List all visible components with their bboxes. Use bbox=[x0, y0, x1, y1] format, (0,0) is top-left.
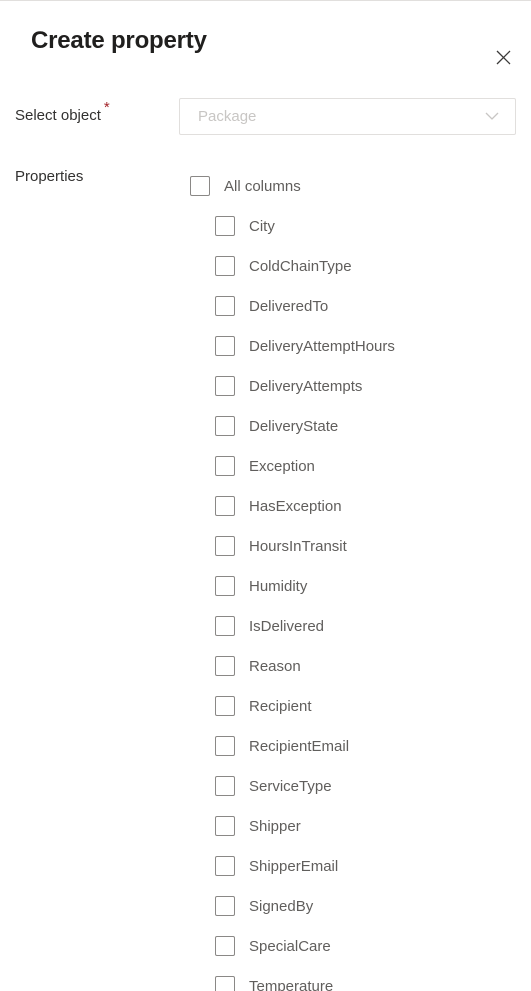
select-object-dropdown-value: Package bbox=[198, 108, 257, 125]
checkbox-box[interactable] bbox=[215, 456, 235, 476]
checkbox-label: DeliveryAttempts bbox=[249, 377, 363, 395]
checkbox-item[interactable]: HoursInTransit bbox=[0, 526, 531, 566]
checkbox-label: Exception bbox=[249, 457, 315, 475]
checkbox-item[interactable]: IsDelivered bbox=[0, 606, 531, 646]
checkbox-box[interactable] bbox=[215, 976, 235, 991]
checkbox-label: SpecialCare bbox=[249, 937, 331, 955]
checkbox-label: DeliveryAttemptHours bbox=[249, 337, 395, 355]
checkbox-item[interactable]: ColdChainType bbox=[0, 246, 531, 286]
checkbox-label: IsDelivered bbox=[249, 617, 325, 635]
checkbox-box[interactable] bbox=[215, 736, 235, 756]
checkbox-item[interactable]: ShipperEmail bbox=[0, 846, 531, 886]
checkbox-item[interactable]: Reason bbox=[0, 646, 531, 686]
checkbox-item[interactable]: City bbox=[0, 206, 531, 246]
checkbox-box[interactable] bbox=[215, 416, 235, 436]
checkbox-item[interactable]: SignedBy bbox=[0, 886, 531, 926]
checkbox-item[interactable]: Recipient bbox=[0, 686, 531, 726]
properties-checkbox-list: All columns City ColdChainType Delivered… bbox=[0, 166, 531, 991]
checkbox-label: ServiceType bbox=[249, 777, 332, 795]
checkbox-item[interactable]: HasException bbox=[0, 486, 531, 526]
checkbox-box[interactable] bbox=[215, 536, 235, 556]
checkbox-item[interactable]: RecipientEmail bbox=[0, 726, 531, 766]
panel-top-divider bbox=[0, 0, 531, 1]
checkbox-box[interactable] bbox=[215, 576, 235, 596]
close-button[interactable] bbox=[481, 35, 525, 79]
required-asterisk: * bbox=[103, 99, 110, 116]
checkbox-box[interactable] bbox=[190, 176, 210, 196]
select-object-dropdown[interactable]: Package bbox=[179, 98, 516, 135]
select-object-label: Select object * bbox=[15, 98, 110, 134]
checkbox-item[interactable]: DeliveryAttempts bbox=[0, 366, 531, 406]
checkbox-label: HasException bbox=[249, 497, 342, 515]
checkbox-label: DeliveryState bbox=[249, 417, 339, 435]
checkbox-box[interactable] bbox=[215, 896, 235, 916]
checkbox-item[interactable]: DeliveryState bbox=[0, 406, 531, 446]
checkbox-item[interactable]: DeliveredTo bbox=[0, 286, 531, 326]
checkbox-box[interactable] bbox=[215, 216, 235, 236]
checkbox-box[interactable] bbox=[215, 856, 235, 876]
checkbox-label: Humidity bbox=[249, 577, 308, 595]
checkbox-label: SignedBy bbox=[249, 897, 314, 915]
checkbox-box[interactable] bbox=[215, 776, 235, 796]
page-title: Create property bbox=[31, 27, 207, 54]
checkbox-item[interactable]: Shipper bbox=[0, 806, 531, 846]
checkbox-box[interactable] bbox=[215, 696, 235, 716]
checkbox-label: Shipper bbox=[249, 817, 301, 835]
checkbox-item[interactable]: DeliveryAttemptHours bbox=[0, 326, 531, 366]
checkbox-item[interactable]: Temperature bbox=[0, 966, 531, 991]
checkbox-box[interactable] bbox=[215, 496, 235, 516]
close-icon bbox=[496, 50, 511, 65]
checkbox-label: All columns bbox=[224, 177, 301, 195]
checkbox-box[interactable] bbox=[215, 616, 235, 636]
chevron-down-icon bbox=[485, 99, 499, 134]
checkbox-all-columns[interactable]: All columns bbox=[0, 166, 531, 206]
checkbox-label: Recipient bbox=[249, 697, 312, 715]
checkbox-label: Temperature bbox=[249, 977, 334, 991]
checkbox-box[interactable] bbox=[215, 296, 235, 316]
checkbox-box[interactable] bbox=[215, 256, 235, 276]
checkbox-label: City bbox=[249, 217, 275, 235]
checkbox-item[interactable]: ServiceType bbox=[0, 766, 531, 806]
create-property-panel: Create property Select object * Package P… bbox=[0, 0, 531, 991]
checkbox-label: ShipperEmail bbox=[249, 857, 339, 875]
select-object-row: Select object * Package bbox=[0, 98, 531, 135]
checkbox-item[interactable]: SpecialCare bbox=[0, 926, 531, 966]
select-object-label-text: Select object bbox=[15, 107, 101, 124]
checkbox-label: ColdChainType bbox=[249, 257, 352, 275]
checkbox-label: Reason bbox=[249, 657, 301, 675]
checkbox-label: RecipientEmail bbox=[249, 737, 350, 755]
panel-header: Create property bbox=[0, 25, 531, 81]
checkbox-box[interactable] bbox=[215, 656, 235, 676]
checkbox-box[interactable] bbox=[215, 376, 235, 396]
checkbox-box[interactable] bbox=[215, 816, 235, 836]
checkbox-item[interactable]: Exception bbox=[0, 446, 531, 486]
checkbox-label: DeliveredTo bbox=[249, 297, 329, 315]
checkbox-box[interactable] bbox=[215, 336, 235, 356]
checkbox-box[interactable] bbox=[215, 936, 235, 956]
checkbox-item[interactable]: Humidity bbox=[0, 566, 531, 606]
checkbox-label: HoursInTransit bbox=[249, 537, 347, 555]
